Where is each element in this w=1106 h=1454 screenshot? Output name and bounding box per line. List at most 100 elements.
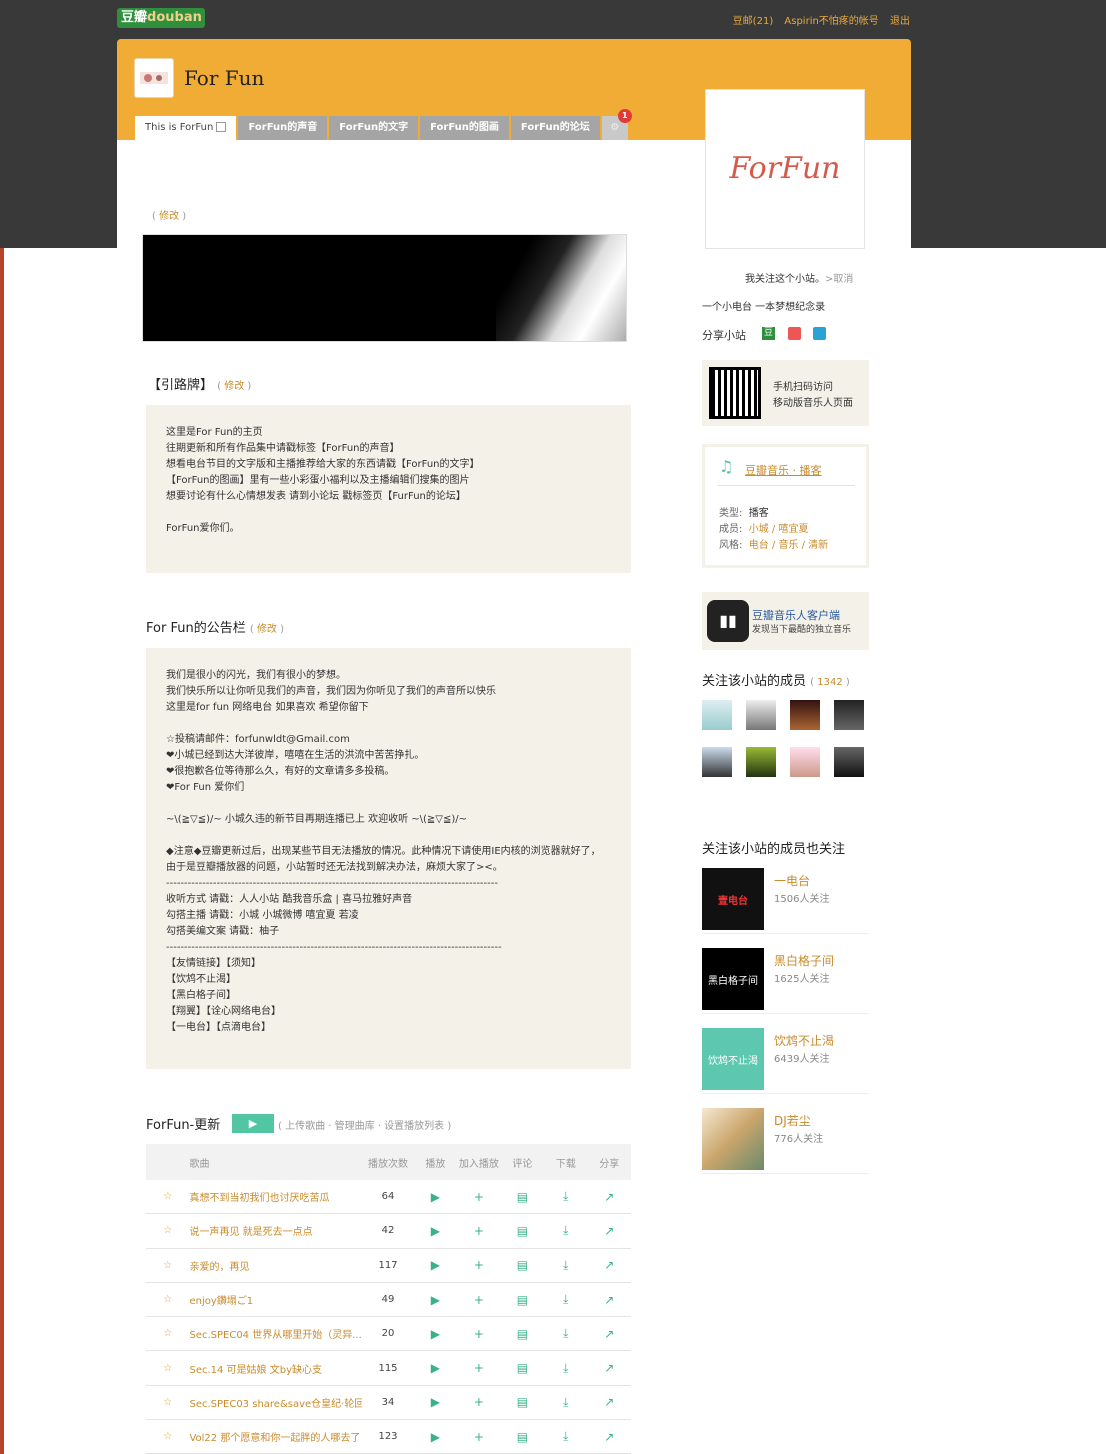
douban-logo[interactable]: 豆瓣douban (117, 8, 205, 28)
play-icon[interactable]: ▶ (414, 1430, 457, 1444)
song-name[interactable]: 说一声再见 就是死去一点点 (189, 1223, 362, 1238)
comment-icon[interactable]: ▤ (501, 1327, 544, 1341)
account-link[interactable]: Aspirin不怕疼的帐号 (784, 16, 878, 27)
comment-icon[interactable]: ▤ (501, 1395, 544, 1409)
star-icon[interactable]: ☆ (146, 1431, 189, 1442)
related-name[interactable]: 黑白格子间 (774, 952, 834, 969)
comment-icon[interactable]: ▤ (501, 1224, 544, 1238)
tab-this-is-forfun[interactable]: This is ForFun (135, 116, 237, 140)
douban-share-icon[interactable]: 豆 (762, 327, 775, 340)
comment-icon[interactable]: ▤ (501, 1258, 544, 1272)
add-icon[interactable]: + (457, 1258, 500, 1272)
tab-settings[interactable]: ⚙ 1 (601, 109, 632, 140)
music-link[interactable]: 豆瓣音乐 · 播客 (745, 462, 822, 478)
add-icon[interactable]: + (457, 1190, 500, 1204)
play-icon[interactable]: ▶ (414, 1258, 457, 1272)
tab-text[interactable]: ForFun的文字 (329, 116, 419, 140)
star-icon[interactable]: ☆ (146, 1225, 189, 1236)
related-name[interactable]: DJ若尘 (774, 1112, 811, 1129)
comment-icon[interactable]: ▤ (501, 1190, 544, 1204)
qzone-share-icon[interactable] (813, 327, 826, 340)
star-icon[interactable]: ☆ (146, 1191, 189, 1202)
download-icon[interactable]: ⤓ (544, 1258, 587, 1273)
avatar[interactable] (834, 700, 864, 730)
avatar[interactable] (702, 747, 732, 777)
mail-link[interactable]: 豆邮(21) (733, 16, 774, 27)
star-icon[interactable]: ☆ (146, 1260, 189, 1271)
text-line: ❤For Fun 爱你们 (166, 782, 245, 793)
song-name[interactable]: Vol22 那个愿意和你一起胖的人哪去了 (189, 1429, 362, 1444)
star-icon[interactable]: ☆ (146, 1328, 189, 1339)
edit-link[interactable]: 修改 (224, 381, 244, 392)
qr-card[interactable]: 手机扫码访问 移动版音乐人页面 (702, 360, 869, 426)
add-icon[interactable]: + (457, 1361, 500, 1375)
download-icon[interactable]: ⤓ (544, 1189, 587, 1204)
song-name[interactable]: enjoy鑽塌ご1 (189, 1292, 362, 1307)
related-site[interactable]: 饮鸩不止渴 饮鸩不止渴 6439人关注 (702, 1028, 869, 1094)
play-icon[interactable]: ▶ (414, 1224, 457, 1238)
add-icon[interactable]: + (457, 1430, 500, 1444)
share-icon[interactable]: ↗ (588, 1224, 631, 1238)
share-icon[interactable]: ↗ (588, 1258, 631, 1272)
add-icon[interactable]: + (457, 1224, 500, 1238)
song-name[interactable]: Sec.14 可是姑娘 文by缺心支 (189, 1361, 362, 1376)
logout-link[interactable]: 退出 (890, 16, 910, 27)
comment-icon[interactable]: ▤ (501, 1361, 544, 1375)
site-avatar[interactable] (134, 58, 174, 98)
download-icon[interactable]: ⤓ (544, 1292, 587, 1307)
download-icon[interactable]: ⤓ (544, 1361, 587, 1376)
avatar[interactable] (746, 700, 776, 730)
avatar[interactable] (790, 700, 820, 730)
play-icon[interactable]: ▶ (414, 1327, 457, 1341)
related-site[interactable]: DJ若尘 776人关注 (702, 1108, 869, 1174)
download-icon[interactable]: ⤓ (544, 1429, 587, 1444)
share-icon[interactable]: ↗ (588, 1361, 631, 1375)
share-icon[interactable]: ↗ (588, 1293, 631, 1307)
comment-icon[interactable]: ▤ (501, 1293, 544, 1307)
related-site[interactable]: 黑白格子间 黑白格子间 1625人关注 (702, 948, 869, 1014)
comment-icon[interactable]: ▤ (501, 1430, 544, 1444)
related-site[interactable]: 壹电台 一电台 1506人关注 (702, 868, 869, 934)
edit-link[interactable]: 修改 (159, 211, 179, 222)
share-icon[interactable]: ↗ (588, 1327, 631, 1341)
play-icon[interactable]: ▶ (414, 1395, 457, 1409)
avatar[interactable] (834, 747, 864, 777)
play-icon[interactable]: ▶ (414, 1190, 457, 1204)
tab-forum[interactable]: ForFun的论坛 (510, 116, 600, 140)
download-icon[interactable]: ⤓ (544, 1395, 587, 1410)
share-icon[interactable]: ↗ (588, 1430, 631, 1444)
edit-link[interactable]: 修改 (257, 624, 277, 635)
download-icon[interactable]: ⤓ (544, 1223, 587, 1238)
play-icon[interactable]: ▶ (414, 1293, 457, 1307)
song-name[interactable]: 真想不到当初我们也讨厌吃苦瓜 (189, 1189, 362, 1204)
add-icon[interactable]: + (457, 1293, 500, 1307)
star-icon[interactable]: ☆ (146, 1363, 189, 1374)
tab-sound[interactable]: ForFun的声音 (238, 116, 328, 140)
play-icon[interactable]: ▶ (414, 1361, 457, 1375)
share-icon[interactable]: ↗ (588, 1395, 631, 1409)
guide-text: 这里是For Fun的主页 往期更新和所有作品集中请戳标签【ForFun的声音】想… (166, 425, 611, 537)
star-icon[interactable]: ☆ (146, 1397, 189, 1408)
song-name[interactable]: 亲爱的，再见 (189, 1258, 362, 1273)
star-icon[interactable]: ☆ (146, 1294, 189, 1305)
avatar[interactable] (746, 747, 776, 777)
related-name[interactable]: 饮鸩不止渴 (774, 1032, 834, 1049)
cancel-follow-link[interactable]: >取消 (825, 274, 853, 285)
tab-pictures[interactable]: ForFun的图画 (420, 116, 509, 140)
avatar[interactable] (790, 747, 820, 777)
share-icon[interactable]: ↗ (588, 1190, 631, 1204)
related-name[interactable]: 一电台 (774, 872, 810, 889)
playlist-actions[interactable]: ( 上传歌曲 · 管理曲库 · 设置播放列表 ) (278, 1117, 451, 1132)
followers-count[interactable]: 1342 (817, 677, 842, 688)
song-name[interactable]: Sec.SPEC03 share&save仓皇纪·轮回 (189, 1395, 362, 1410)
song-name[interactable]: Sec.SPEC04 世界从哪里开始（灵异... (189, 1326, 362, 1341)
play-all-button[interactable]: ▶ (232, 1114, 274, 1133)
download-icon[interactable]: ⤓ (544, 1326, 587, 1341)
play-count: 20 (381, 1328, 395, 1340)
client-promo[interactable]: ▮▮ 豆瓣音乐人客户端 发现当下最酷的独立音乐 (702, 592, 869, 650)
add-icon[interactable]: + (457, 1395, 500, 1409)
avatar[interactable] (702, 700, 732, 730)
weibo-share-icon[interactable] (788, 327, 801, 340)
add-icon[interactable]: + (457, 1327, 500, 1341)
table-row: ☆ Vol22 那个愿意和你一起胖的人哪去了 123 ▶ + ▤ ⤓ ↗ (146, 1420, 631, 1454)
